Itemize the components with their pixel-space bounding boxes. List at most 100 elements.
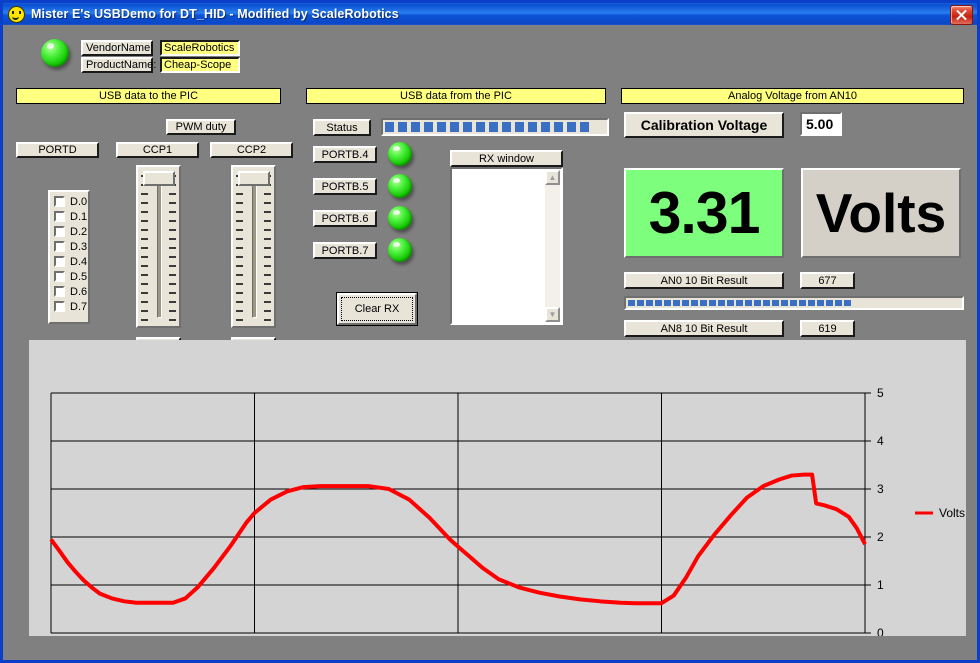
progress-block [424, 122, 433, 132]
progress-block [763, 300, 770, 306]
progress-block [736, 300, 743, 306]
checkbox-d5[interactable] [54, 271, 65, 282]
progress-block [541, 122, 550, 132]
smiley-icon [8, 6, 25, 23]
calibration-voltage-label: Calibration Voltage [624, 112, 784, 138]
pwm-duty-label: PWM duty [166, 119, 236, 135]
portb4-label: PORTB.4 [313, 146, 377, 163]
progress-block [502, 122, 511, 132]
title-bar[interactable]: Mister E's USBDemo for DT_HID - Modified… [3, 3, 977, 25]
rx-window-scrollbar[interactable]: ▲ ▼ [545, 170, 560, 322]
checkbox-label: D.4 [70, 256, 87, 268]
progress-block [637, 300, 644, 306]
progress-block [655, 300, 662, 306]
voltage-readout: 3.31 [624, 168, 784, 258]
checkbox-d7[interactable] [54, 301, 65, 312]
progress-block [808, 300, 815, 306]
checkbox-label: D.5 [70, 271, 87, 283]
progress-block [476, 122, 485, 132]
ccp2-slider-thumb[interactable] [238, 171, 270, 186]
progress-block [727, 300, 734, 306]
status-label: Status [313, 119, 371, 136]
chart-ytick-label: 3 [877, 482, 884, 496]
checkbox-d0[interactable] [54, 196, 65, 207]
checkbox-row[interactable]: D.4 [50, 254, 88, 269]
scroll-up-icon[interactable]: ▲ [545, 170, 560, 185]
progress-block [385, 122, 394, 132]
ccp2-slider[interactable] [231, 165, 276, 328]
chart-legend-label: Volts [939, 506, 965, 520]
portb5-label: PORTB.5 [313, 178, 377, 195]
clear-rx-button[interactable]: Clear RX [337, 293, 417, 325]
progress-block [398, 122, 407, 132]
vendor-name-label: VendorName: [81, 40, 153, 56]
progress-block [463, 122, 472, 132]
checkbox-d6[interactable] [54, 286, 65, 297]
banner-usb-from-pic: USB data from the PIC [306, 88, 606, 104]
chart-ytick-label: 2 [877, 530, 884, 544]
ccp1-slider[interactable] [136, 165, 181, 328]
progress-block [515, 122, 524, 132]
checkbox-label: D.7 [70, 301, 87, 313]
checkbox-d2[interactable] [54, 226, 65, 237]
an0-progress-bar [624, 296, 964, 310]
checkbox-d4[interactable] [54, 256, 65, 267]
checkbox-row[interactable]: D.1 [50, 209, 88, 224]
an8-result-value: 619 [800, 320, 855, 337]
progress-block [718, 300, 725, 306]
window-controls [950, 5, 973, 25]
progress-block [817, 300, 824, 306]
checkbox-row[interactable]: D.6 [50, 284, 88, 299]
chart-ytick-label: 0 [877, 626, 884, 636]
checkbox-label: D.1 [70, 211, 87, 223]
application-window: Mister E's USBDemo for DT_HID - Modified… [0, 0, 980, 663]
checkbox-label: D.6 [70, 286, 87, 298]
progress-block [709, 300, 716, 306]
checkbox-row[interactable]: D.3 [50, 239, 88, 254]
close-button[interactable] [950, 5, 973, 25]
checkbox-d3[interactable] [54, 241, 65, 252]
vendor-name-value: ScaleRobotics [160, 40, 240, 56]
calibration-voltage-input[interactable]: 5.00 [800, 112, 842, 136]
progress-block [799, 300, 806, 306]
ccp1-slider-thumb[interactable] [143, 171, 175, 186]
ccp2-header: CCP2 [210, 142, 293, 158]
window-title: Mister E's USBDemo for DT_HID - Modified… [31, 7, 399, 21]
portd-checkbox-panel: D.0 D.1 D.2 D.3 D.4 D.5 [48, 190, 90, 324]
progress-block [664, 300, 671, 306]
rx-window-title: RX window [450, 150, 563, 167]
portb6-label: PORTB.6 [313, 210, 377, 227]
progress-block [844, 300, 851, 306]
client-area: VendorName: ScaleRobotics ProductName: C… [3, 25, 977, 660]
chart-ytick-label: 4 [877, 434, 884, 448]
portb7-label: PORTB.7 [313, 242, 377, 259]
checkbox-label: D.0 [70, 196, 87, 208]
ccp1-slider-track[interactable] [157, 185, 162, 318]
progress-block [754, 300, 761, 306]
checkbox-row[interactable]: D.2 [50, 224, 88, 239]
progress-block [781, 300, 788, 306]
connection-led-icon [41, 39, 69, 67]
progress-block [646, 300, 653, 306]
scroll-down-icon[interactable]: ▼ [545, 307, 560, 322]
portb7-led-icon [388, 238, 412, 262]
progress-block [450, 122, 459, 132]
product-name-value: Cheap-Scope [160, 57, 240, 73]
voltage-chart-panel: 012345Volts [29, 340, 966, 636]
portb4-led-icon [388, 142, 412, 166]
checkbox-row[interactable]: D.0 [50, 194, 88, 209]
checkbox-row[interactable]: D.5 [50, 269, 88, 284]
voltage-chart: 012345Volts [29, 340, 966, 636]
checkbox-row[interactable]: D.7 [50, 299, 88, 314]
checkbox-d1[interactable] [54, 211, 65, 222]
progress-block [700, 300, 707, 306]
progress-block [790, 300, 797, 306]
ccp2-slider-track[interactable] [252, 185, 257, 318]
progress-block [772, 300, 779, 306]
an0-result-value: 677 [800, 272, 855, 289]
focus-ring [341, 297, 413, 321]
progress-block [554, 122, 563, 132]
checkbox-label: D.2 [70, 226, 87, 238]
rx-window-textarea[interactable]: ▲ ▼ [450, 167, 563, 325]
progress-block [691, 300, 698, 306]
